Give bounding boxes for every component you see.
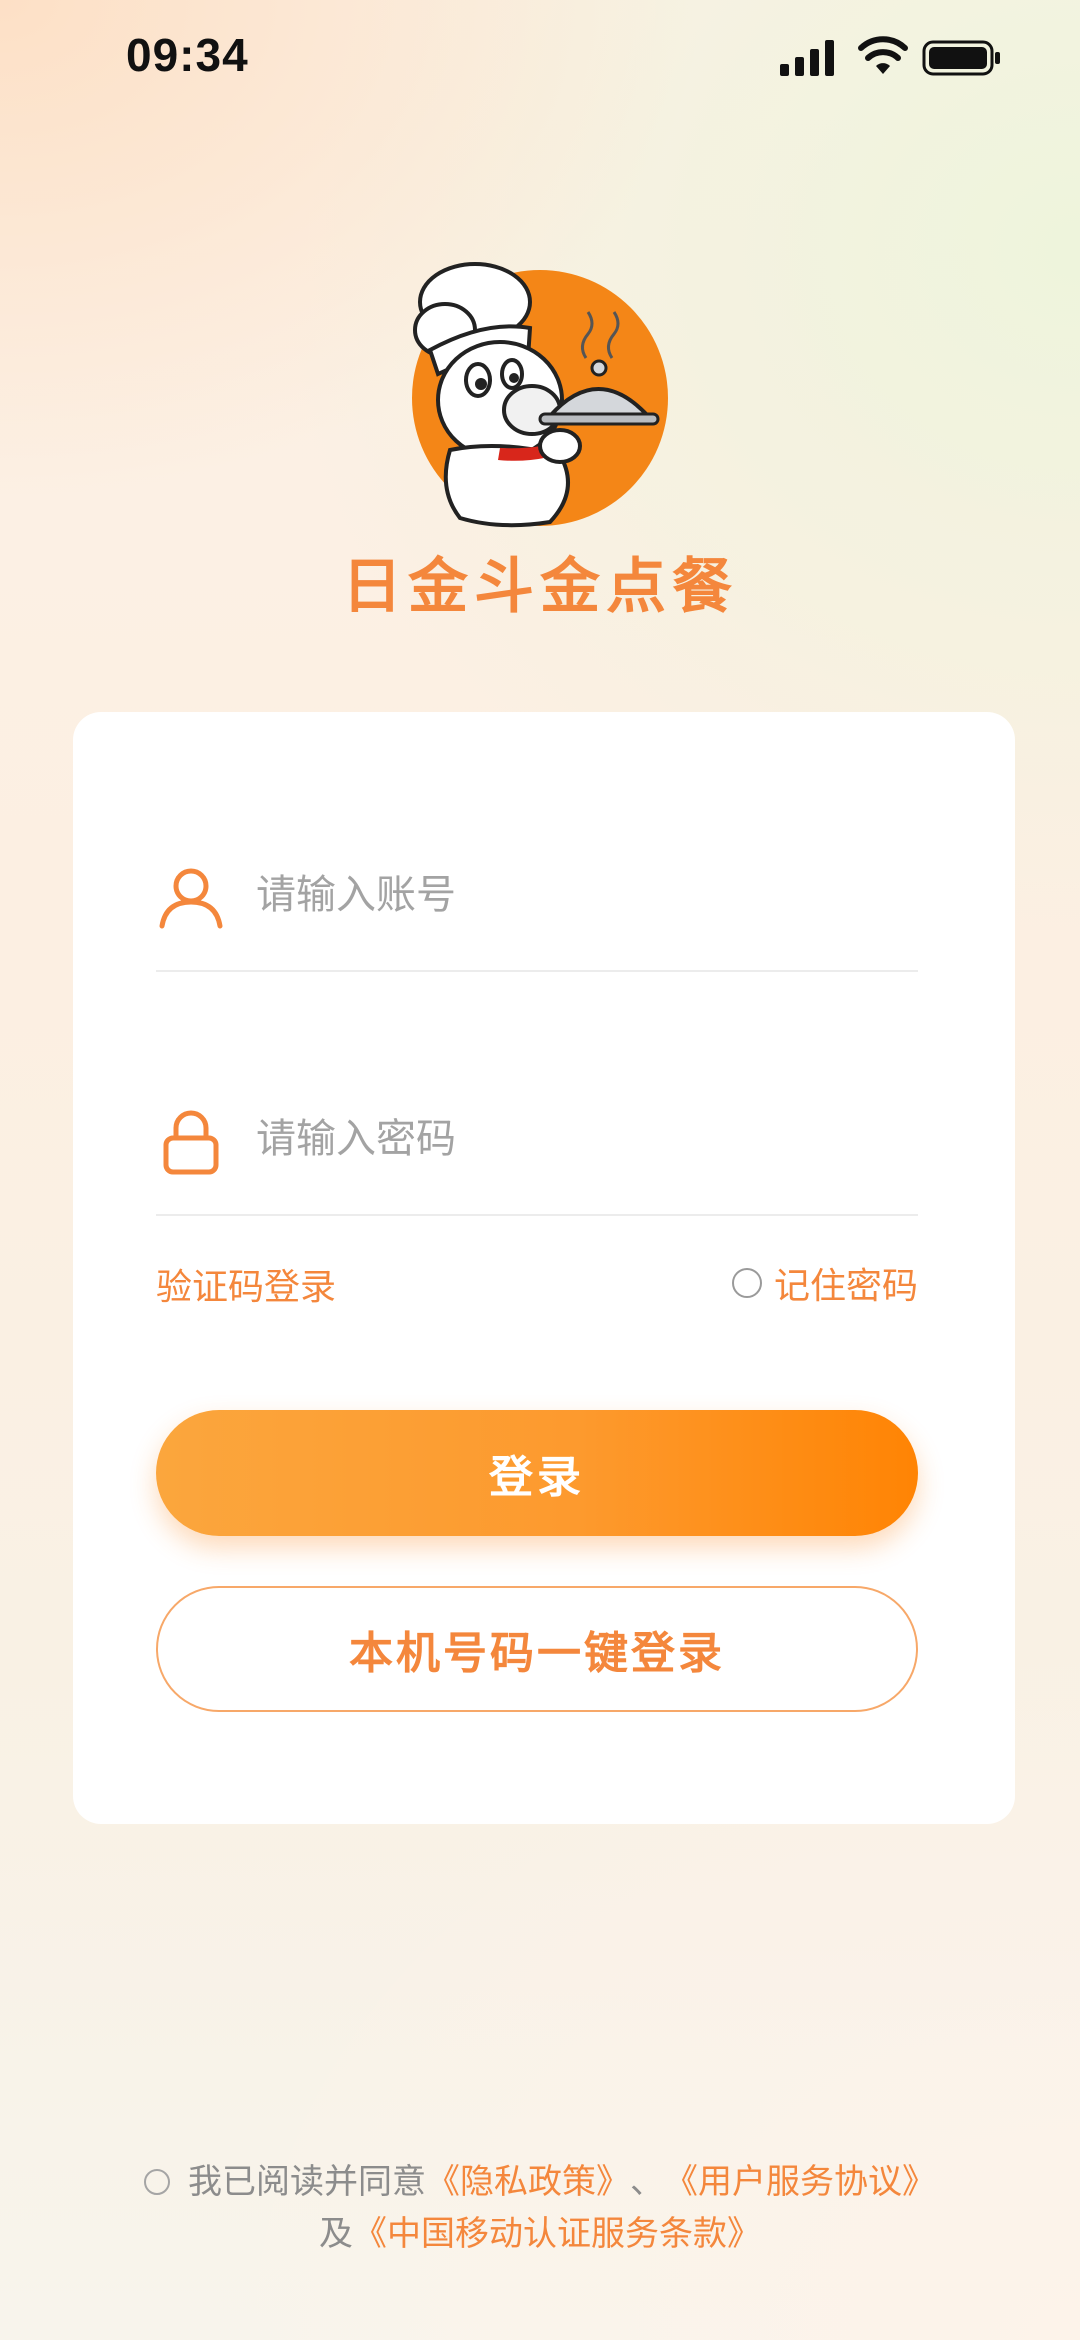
- agreement: 我已阅读并同意 《隐私政策》 、 《用户服务协议》 及《中国移动认证服务条款》: [0, 2156, 1080, 2260]
- agreement-line-2: 及《中国移动认证服务条款》: [0, 2208, 1080, 2260]
- account-input[interactable]: [256, 860, 896, 930]
- password-input[interactable]: [256, 1104, 896, 1174]
- remember-password-toggle[interactable]: 记住密码: [731, 1258, 918, 1308]
- agreement-prefix: 我已阅读并同意: [188, 2162, 426, 2202]
- remember-password-label: 记住密码: [773, 1266, 918, 1307]
- status-bar: 09:34: [0, 0, 1080, 120]
- chef-mascot-logo: [412, 262, 668, 528]
- user-service-agreement-link[interactable]: 《用户服务协议》: [664, 2156, 936, 2208]
- lock-icon: [163, 1110, 219, 1175]
- signal-icon: [780, 40, 834, 76]
- agreement-and: 及: [319, 2214, 353, 2254]
- agreement-checkbox[interactable]: [144, 2169, 170, 2195]
- battery-icon: [922, 40, 1000, 76]
- wifi-icon: [858, 36, 908, 74]
- app-title: 日金斗金点餐: [342, 552, 738, 622]
- user-icon: [159, 868, 223, 929]
- account-field: [156, 830, 918, 972]
- one-click-login-button[interactable]: 本机号码一键登录: [156, 1586, 918, 1712]
- privacy-policy-link[interactable]: 《隐私政策》: [426, 2156, 630, 2208]
- login-button[interactable]: 登录: [156, 1410, 918, 1536]
- agreement-separator: 、: [630, 2162, 664, 2202]
- login-card: 验证码登录 记住密码 登录 本机号码一键登录: [73, 712, 1015, 1824]
- sms-login-link[interactable]: 验证码登录: [156, 1258, 336, 1310]
- agreement-line-1: 我已阅读并同意 《隐私政策》 、 《用户服务协议》: [0, 2156, 1080, 2208]
- password-field: [156, 1074, 918, 1216]
- options-row: 验证码登录 记住密码: [156, 1250, 918, 1310]
- remember-password-checkbox[interactable]: [731, 1268, 762, 1298]
- status-time: 09:34: [126, 29, 249, 81]
- cmcc-auth-terms-link[interactable]: 《中国移动认证服务条款》: [353, 2214, 761, 2254]
